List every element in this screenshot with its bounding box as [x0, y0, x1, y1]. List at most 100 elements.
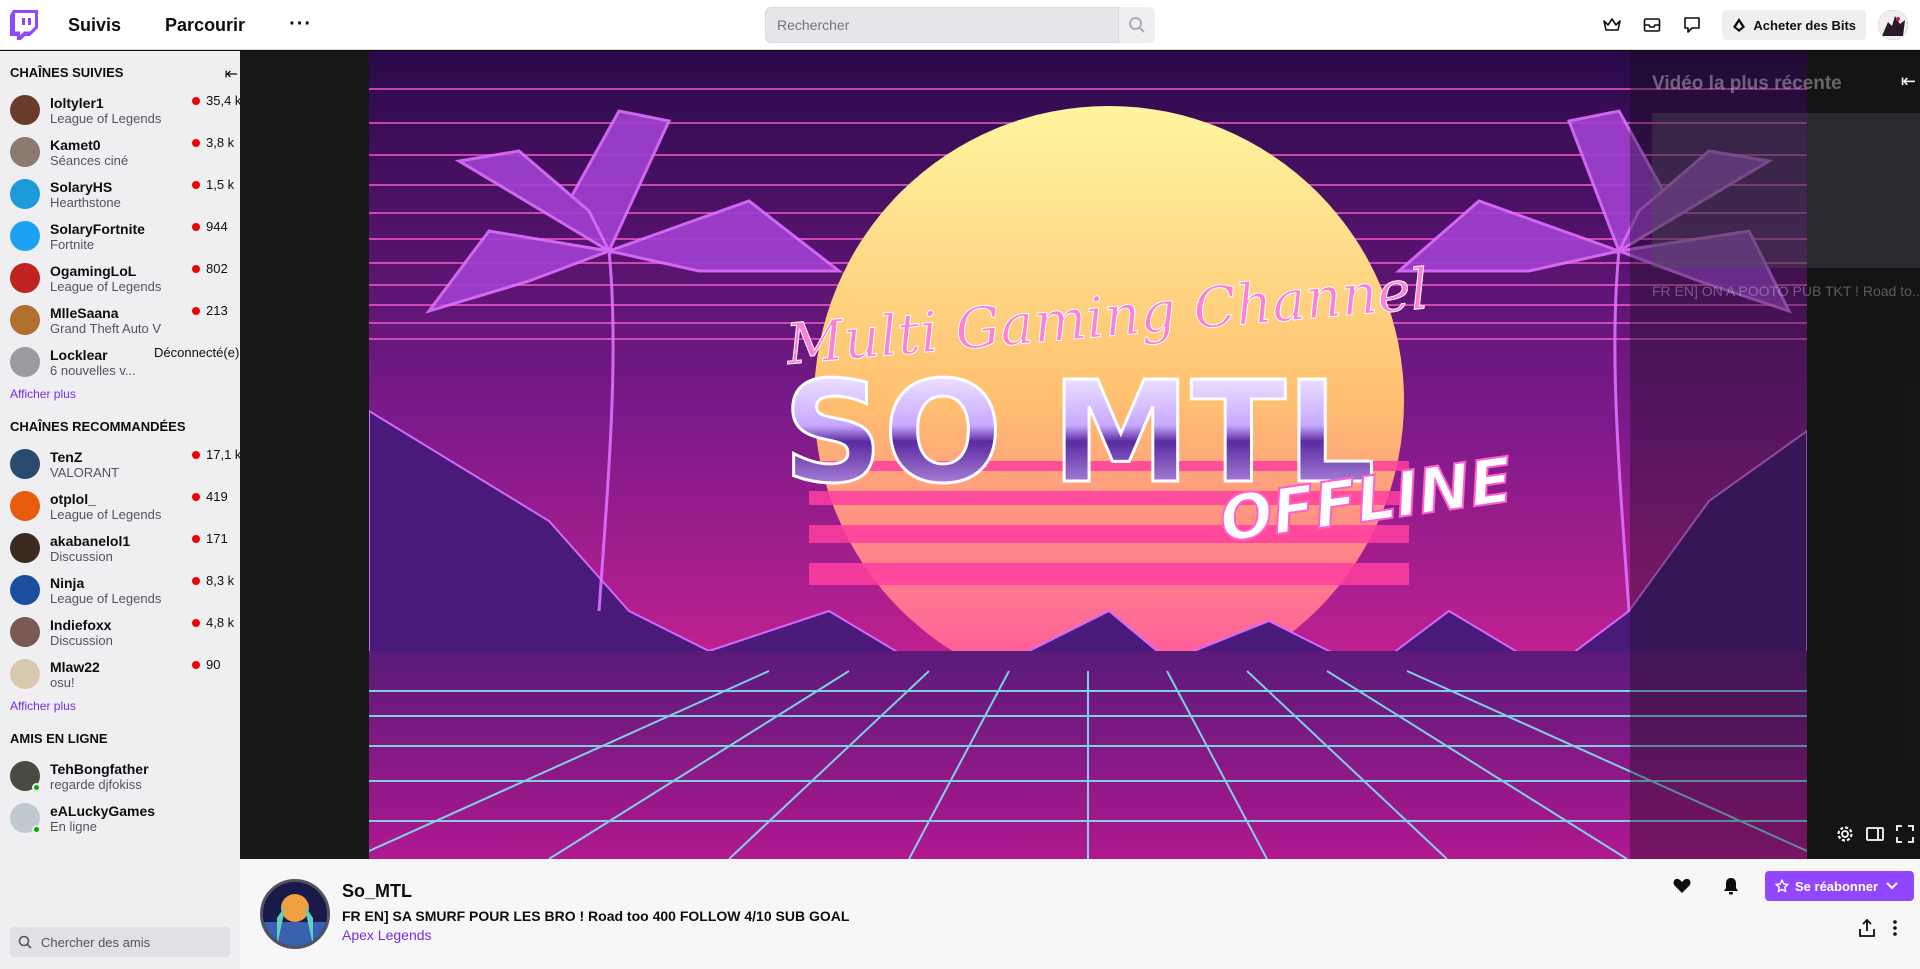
- settings-button[interactable]: [1830, 819, 1860, 849]
- friend-item[interactable]: eALuckyGames En ligne: [0, 797, 240, 839]
- nav-browse-link[interactable]: Parcourir: [165, 0, 245, 50]
- channel-name: Mlaw22: [50, 658, 100, 675]
- left-sidebar: CHAÎNES SUIVIES ⇤ loltyler1 League of Leg…: [0, 51, 240, 969]
- channel-item[interactable]: SolaryHS Hearthstone 1,5 k: [0, 173, 240, 215]
- fullscreen-icon: [1896, 825, 1914, 843]
- channel-item[interactable]: TenZ VALORANT 17,1 k: [0, 443, 240, 485]
- channel-info-bar: So_MTL FR EN] SA SMURF POUR LES BRO ! Ro…: [240, 859, 1920, 969]
- stream-game-link[interactable]: Apex Legends: [342, 927, 432, 943]
- viewer-count: 802: [192, 261, 240, 276]
- chevron-down-icon: [1886, 882, 1898, 890]
- channel-item[interactable]: Mlaw22 osu! 90: [0, 653, 240, 695]
- fullscreen-button[interactable]: [1890, 819, 1920, 849]
- channel-game: Fortnite: [50, 236, 95, 252]
- resubscribe-button[interactable]: Se réabonner: [1765, 871, 1914, 901]
- twitch-logo-icon[interactable]: [10, 9, 38, 40]
- channel-item[interactable]: OgamingLoL League of Legends 802: [0, 257, 240, 299]
- channel-item[interactable]: Ninja League of Legends 8,3 k: [0, 569, 240, 611]
- more-options-icon[interactable]: ···: [289, 13, 312, 36]
- show-more-followed-link[interactable]: Afficher plus: [0, 383, 240, 405]
- top-navigation: Suivis Parcourir ··· Acheter des Bits: [0, 0, 1920, 50]
- channel-avatar: [10, 803, 41, 834]
- live-indicator-icon: [192, 450, 200, 459]
- viewer-count-value: 90: [206, 657, 221, 672]
- viewer-count-value: 171: [206, 531, 228, 546]
- follow-button[interactable]: [1667, 871, 1697, 901]
- channel-avatar[interactable]: [260, 879, 330, 949]
- channel-item[interactable]: loltyler1 League of Legends 35,4 k: [0, 89, 240, 131]
- channel-text: Ninja League of Legends: [50, 575, 180, 606]
- recent-video-panel[interactable]: Vidéo la plus récente FR EN] ON A POOTO …: [1630, 51, 1920, 859]
- top-right-actions: Acheter des Bits: [1596, 0, 1920, 50]
- friend-item[interactable]: TehBongfather regarde djfokiss: [0, 755, 240, 797]
- channel-name: SolaryHS: [50, 178, 113, 195]
- followed-channels-title: CHAÎNES SUIVIES: [10, 65, 124, 80]
- prime-crown-button[interactable]: [1596, 9, 1628, 41]
- channel-game: League of Legends: [50, 278, 162, 294]
- gear-icon: [1837, 826, 1853, 842]
- viewer-count: 419: [192, 489, 240, 504]
- user-avatar[interactable]: [1878, 10, 1908, 40]
- friend-status: En ligne: [50, 818, 97, 834]
- friends-search-field[interactable]: Chercher des amis: [10, 927, 230, 957]
- search-input[interactable]: [765, 7, 1119, 43]
- inbox-button[interactable]: [1636, 9, 1668, 41]
- more-actions-button[interactable]: [1880, 913, 1910, 943]
- channel-item[interactable]: Kamet0 Séances ciné 3,8 k: [0, 131, 240, 173]
- viewer-count-value: 35,4 k: [206, 93, 240, 108]
- notifications-button[interactable]: [1716, 871, 1746, 901]
- video-player[interactable]: Multi Gaming Channel SO MTL OFFLINE Vidé…: [240, 51, 1920, 859]
- live-indicator-icon: [192, 306, 200, 315]
- channel-avatar-image: [263, 882, 327, 946]
- channel-name: OgamingLoL: [50, 262, 137, 279]
- channel-item[interactable]: MlleSaana Grand Theft Auto V 213: [0, 299, 240, 341]
- whispers-button[interactable]: [1676, 9, 1708, 41]
- channel-game: Séances ciné: [50, 152, 129, 168]
- stream-title: FR EN] SA SMURF POUR LES BRO ! Road too …: [342, 908, 850, 924]
- bits-icon: [1733, 18, 1746, 32]
- channel-item[interactable]: SolaryFortnite Fortnite 944: [0, 215, 240, 257]
- channel-name: loltyler1: [50, 94, 104, 111]
- channel-item[interactable]: akabanelol1 Discussion 171: [0, 527, 240, 569]
- share-button[interactable]: [1852, 913, 1882, 943]
- synthwave-banner-art: Multi Gaming Channel SO MTL OFFLINE: [369, 51, 1807, 859]
- expand-panel-icon[interactable]: ⇤: [1901, 71, 1916, 92]
- nav-following-link[interactable]: Suivis: [68, 0, 121, 50]
- channel-game: Hearthstone: [50, 194, 121, 210]
- buy-bits-label: Acheter des Bits: [1753, 17, 1856, 33]
- channel-game: VALORANT: [50, 464, 120, 480]
- buy-bits-button[interactable]: Acheter des Bits: [1722, 10, 1866, 40]
- viewer-count-value: 4,8 k: [206, 615, 235, 630]
- channel-game: osu!: [50, 674, 75, 690]
- channel-avatar: [10, 575, 40, 605]
- channel-text: eALuckyGames En ligne: [50, 803, 180, 834]
- online-friends-list: TehBongfather regarde djfokiss eALuckyGame…: [0, 755, 240, 839]
- offline-status: Déconnecté(e): [154, 345, 240, 360]
- channel-name: eALuckyGames: [50, 802, 156, 819]
- online-friends-title: AMIS EN LIGNE: [10, 731, 108, 746]
- user-avatar-image: [1878, 10, 1908, 40]
- search-button[interactable]: [1119, 7, 1155, 43]
- channel-name: otplol_: [50, 490, 96, 507]
- recent-video-thumbnail[interactable]: [1652, 113, 1920, 268]
- viewer-count: 1,5 k: [192, 177, 240, 192]
- theatre-mode-button[interactable]: [1860, 819, 1890, 849]
- vertical-dots-icon: [1893, 920, 1897, 936]
- channel-text: akabanelol1 Discussion: [50, 533, 180, 564]
- channel-avatar: [10, 617, 40, 647]
- channel-game: League of Legends: [50, 506, 162, 522]
- channel-item[interactable]: Indiefoxx Discussion 4,8 k: [0, 611, 240, 653]
- channel-text: MlleSaana Grand Theft Auto V: [50, 305, 180, 336]
- viewer-count-value: 1,5 k: [206, 177, 235, 192]
- channel-name: Indiefoxx: [50, 616, 112, 633]
- channel-text: TenZ VALORANT: [50, 449, 180, 480]
- viewer-count-value: 419: [206, 489, 228, 504]
- live-indicator-icon: [192, 660, 200, 669]
- channel-avatar: [10, 533, 40, 563]
- channel-name[interactable]: So_MTL: [342, 881, 412, 902]
- collapse-sidebar-icon[interactable]: ⇤: [225, 64, 238, 84]
- channel-item[interactable]: Locklear 6 nouvelles v... Déconnecté(e): [0, 341, 240, 383]
- live-indicator-icon: [192, 222, 200, 231]
- show-more-recommended-link[interactable]: Afficher plus: [0, 695, 240, 717]
- channel-item[interactable]: otplol_ League of Legends 419: [0, 485, 240, 527]
